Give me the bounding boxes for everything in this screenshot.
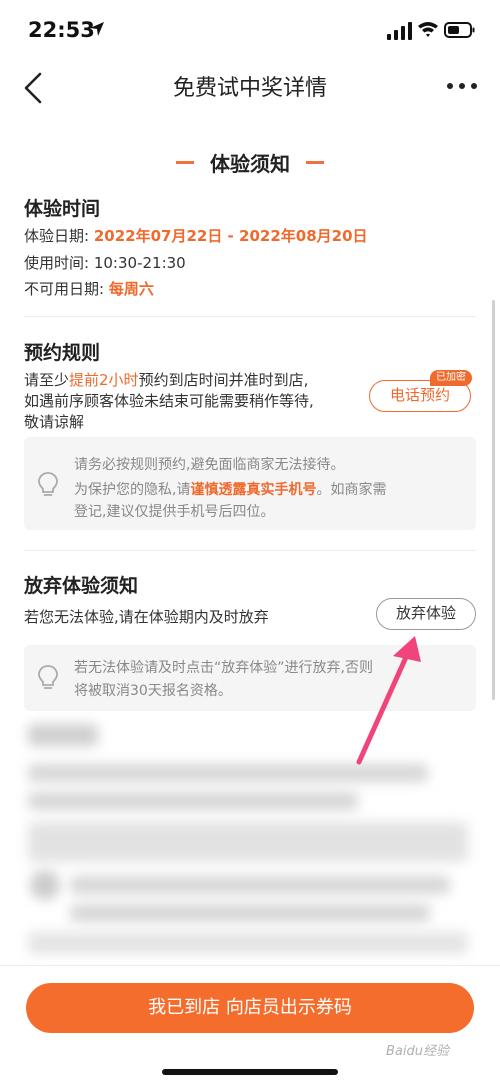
battery-icon bbox=[444, 22, 475, 38]
booking-rule-line-1: 请至少提前2小时预约到店时间并准时到店, bbox=[24, 369, 308, 390]
booking-tip-box: 请务必按规则预约,避免面临商家无法接待。 为保护您的隐私,请谨慎透露真实手机号。… bbox=[24, 437, 476, 530]
lightbulb-icon bbox=[38, 665, 58, 689]
use-time-label: 使用时间: bbox=[24, 254, 90, 272]
experience-time-title: 体验时间 bbox=[24, 198, 101, 220]
encrypted-badge: 已加密 bbox=[430, 370, 472, 386]
blurred-block bbox=[28, 822, 468, 862]
blurred-block bbox=[30, 870, 60, 900]
booking-tip-line-3: 登记,建议仅提供手机号后四位。 bbox=[74, 504, 275, 520]
show-coupon-button[interactable]: 我已到店 向店员出示券码 bbox=[26, 983, 474, 1033]
watermark: Baidu经验 bbox=[386, 1044, 449, 1059]
booking-rule-line-2: 如遇前序顾客体验未结束可能需要稍作等待, bbox=[24, 392, 314, 410]
give-up-description: 若您无法体验,请在体验期内及时放弃 bbox=[24, 608, 269, 626]
page-title: 免费试中奖详情 bbox=[172, 76, 327, 101]
location-arrow-icon bbox=[90, 22, 104, 36]
bottom-bar: 我已到店 向店员出示券码 bbox=[0, 965, 500, 1083]
section-heading: 体验须知 bbox=[0, 144, 500, 180]
booking-rule-text: 预约到店时间并准时到店, bbox=[138, 371, 309, 389]
give-up-title: 放弃体验须知 bbox=[24, 575, 139, 597]
more-icon[interactable] bbox=[444, 74, 480, 98]
tip-text: 。如商家需 bbox=[316, 482, 387, 498]
blurred-block bbox=[28, 792, 358, 810]
give-up-tip-box: 若无法体验请及时点击“放弃体验”进行放弃,否则 将被取消30天报名资格。 bbox=[24, 645, 476, 711]
experience-date-label: 体验日期: bbox=[24, 227, 90, 245]
unavailable-date-label: 不可用日期: bbox=[24, 280, 105, 298]
blurred-block bbox=[28, 932, 468, 954]
give-up-button[interactable]: 放弃体验 bbox=[376, 598, 476, 630]
use-time-row: 使用时间: 10:30-21:30 bbox=[24, 252, 186, 273]
booking-tip-line-2: 为保护您的隐私,请谨慎透露真实手机号。如商家需 bbox=[74, 479, 386, 499]
advance-time-highlight: 提前2小时 bbox=[69, 371, 139, 389]
back-icon[interactable] bbox=[20, 68, 54, 108]
wifi-icon bbox=[418, 22, 438, 37]
unavailable-date-row: 不可用日期: 每周六 bbox=[24, 278, 154, 299]
experience-date-value: 2022年07月22日 - 2022年08月20日 bbox=[93, 227, 368, 245]
booking-rules-title: 预约规则 bbox=[24, 342, 101, 364]
signal-icon bbox=[387, 22, 412, 40]
section-title: 体验须知 bbox=[210, 152, 290, 176]
nav-bar: 免费试中奖详情 bbox=[0, 62, 500, 112]
blurred-block bbox=[28, 764, 428, 782]
booking-rule-text: 请至少 bbox=[24, 371, 70, 389]
status-time: 22:53 bbox=[28, 18, 95, 42]
privacy-highlight: 谨慎透露真实手机号 bbox=[190, 482, 317, 498]
scrollbar[interactable] bbox=[492, 300, 495, 700]
give-up-tip-line-2: 将被取消30天报名资格。 bbox=[74, 683, 232, 699]
tip-text: 为保护您的隐私,请 bbox=[74, 482, 191, 498]
status-bar: 22:53 bbox=[0, 0, 500, 62]
heading-dash-right bbox=[306, 161, 324, 164]
blurred-content bbox=[0, 710, 500, 965]
divider bbox=[24, 550, 476, 551]
unavailable-date-value: 每周六 bbox=[108, 280, 154, 298]
booking-tip-line-1: 请务必按规则预约,避免面临商家无法接待。 bbox=[74, 457, 345, 473]
blurred-block bbox=[70, 904, 430, 922]
booking-rule-line-3: 敬请谅解 bbox=[24, 413, 85, 431]
home-indicator bbox=[162, 1069, 338, 1075]
divider bbox=[24, 316, 476, 317]
lightbulb-icon bbox=[38, 472, 58, 496]
experience-date-row: 体验日期: 2022年07月22日 - 2022年08月20日 bbox=[24, 225, 368, 246]
use-time-value: 10:30-21:30 bbox=[93, 254, 186, 272]
blurred-block bbox=[28, 724, 98, 746]
give-up-tip-line-1: 若无法体验请及时点击“放弃体验”进行放弃,否则 bbox=[74, 660, 373, 676]
blurred-block bbox=[70, 876, 450, 894]
